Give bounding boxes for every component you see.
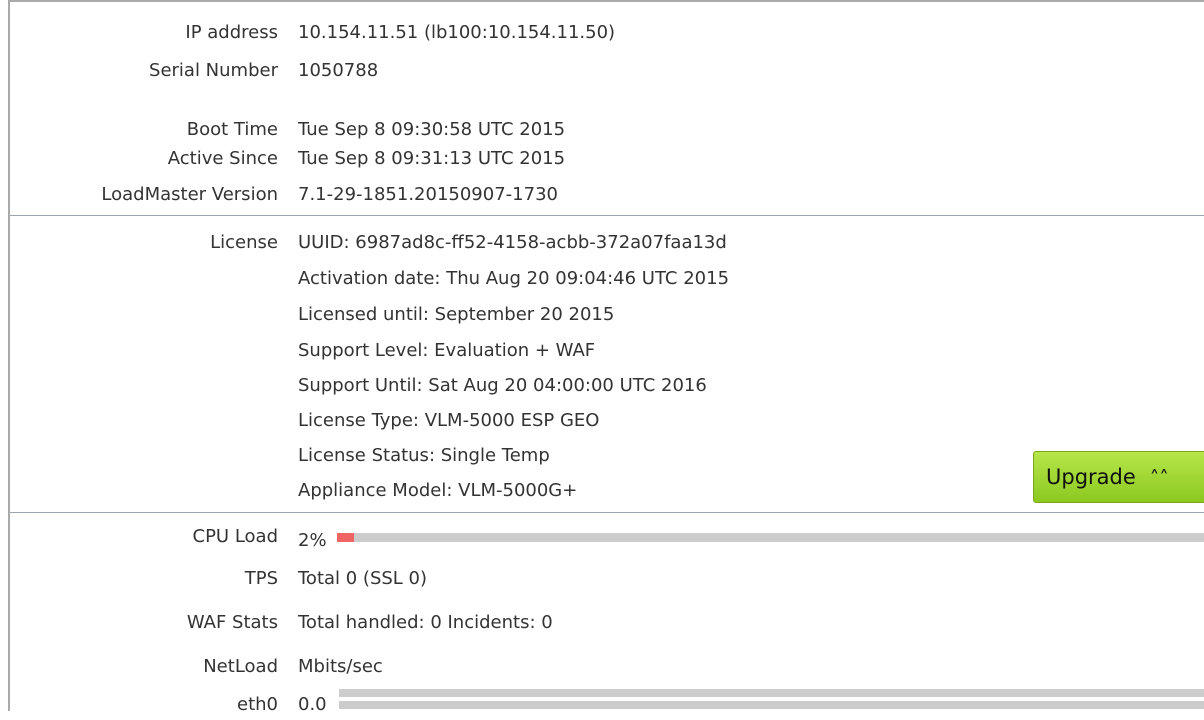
boot-time-label: Boot Time xyxy=(186,119,278,140)
loadmaster-version-row: LoadMaster Version 7.1-29-1851.20150907-… xyxy=(0,180,1204,210)
tps-value: Total 0 (SSL 0) xyxy=(298,568,428,589)
ip-address-label: IP address xyxy=(185,22,278,43)
cpu-load-label: CPU Load xyxy=(192,526,279,547)
eth0-value: 0.0 xyxy=(298,694,327,715)
loadmaster-version-label: LoadMaster Version xyxy=(101,184,278,205)
loadmaster-version-value: 7.1-29-1851.20150907-1730 xyxy=(298,184,558,205)
upgrade-button-label: Upgrade xyxy=(1046,465,1136,489)
waf-stats-row: WAF Stats Total handled: 0 Incidents: 0 xyxy=(0,608,1204,638)
tps-row: TPS Total 0 (SSL 0) xyxy=(0,564,1204,594)
license-line: Licensed until: September 20 2015 xyxy=(0,300,1204,330)
license-uuid: UUID: 6987ad8c-ff52-4158-acbb-372a07faa1… xyxy=(298,232,727,253)
active-since-value: Tue Sep 8 09:31:13 UTC 2015 xyxy=(298,148,566,169)
upgrade-button[interactable]: Upgrade ˄˄ xyxy=(1033,451,1204,503)
license-appliance-model: Appliance Model: VLM-5000G+ xyxy=(298,480,578,501)
netload-row: NetLoad Mbits/sec xyxy=(0,652,1204,682)
active-since-label: Active Since xyxy=(167,148,278,169)
license-label: License xyxy=(210,232,278,253)
license-line: Appliance Model: VLM-5000G+ xyxy=(0,476,1204,506)
license-support-level: Support Level: Evaluation + WAF xyxy=(298,340,596,361)
ip-address-value: 10.154.11.51 (lb100:10.154.11.50) xyxy=(298,22,616,43)
serial-number-label: Serial Number xyxy=(149,60,278,81)
cpu-load-value: 2% xyxy=(298,530,327,551)
waf-stats-value: Total handled: 0 Incidents: 0 xyxy=(298,612,553,633)
license-type: License Type: VLM-5000 ESP GEO xyxy=(298,410,600,431)
section-divider xyxy=(10,512,1204,513)
boot-time-row: Boot Time Tue Sep 8 09:30:58 UTC 2015 xyxy=(0,115,1204,145)
netload-label: NetLoad xyxy=(203,656,278,677)
boot-time-value: Tue Sep 8 09:30:58 UTC 2015 xyxy=(298,119,566,140)
license-line: Support Level: Evaluation + WAF xyxy=(0,336,1204,366)
eth0-label: eth0 xyxy=(237,694,278,715)
eth0-load-bar xyxy=(339,689,1204,711)
license-row: License UUID: 6987ad8c-ff52-4158-acbb-37… xyxy=(0,228,1204,258)
eth0-bar-out xyxy=(339,701,1204,709)
license-activation-date: Activation date: Thu Aug 20 09:04:46 UTC… xyxy=(298,268,730,289)
cpu-load-bar xyxy=(337,533,1204,542)
license-line: Activation date: Thu Aug 20 09:04:46 UTC… xyxy=(0,264,1204,294)
section-divider xyxy=(10,215,1204,216)
serial-number-value: 1050788 xyxy=(298,60,379,81)
eth0-bar-in xyxy=(339,689,1204,697)
license-support-until: Support Until: Sat Aug 20 04:00:00 UTC 2… xyxy=(298,375,707,396)
ip-address-row: IP address 10.154.11.51 (lb100:10.154.11… xyxy=(0,18,1204,48)
active-since-row: Active Since Tue Sep 8 09:31:13 UTC 2015 xyxy=(0,144,1204,174)
license-line: License Status: Single Temp xyxy=(0,441,1204,471)
double-chevron-up-icon: ˄˄ xyxy=(1149,467,1169,489)
waf-stats-label: WAF Stats xyxy=(186,612,278,633)
cpu-load-bar-fill xyxy=(337,533,355,542)
serial-number-row: Serial Number 1050788 xyxy=(0,56,1204,86)
tps-label: TPS xyxy=(244,568,278,589)
netload-unit: Mbits/sec xyxy=(298,656,383,677)
license-line: Support Until: Sat Aug 20 04:00:00 UTC 2… xyxy=(0,371,1204,401)
license-line: License Type: VLM-5000 ESP GEO xyxy=(0,406,1204,436)
license-licensed-until: Licensed until: September 20 2015 xyxy=(298,304,615,325)
license-status: License Status: Single Temp xyxy=(298,445,550,466)
